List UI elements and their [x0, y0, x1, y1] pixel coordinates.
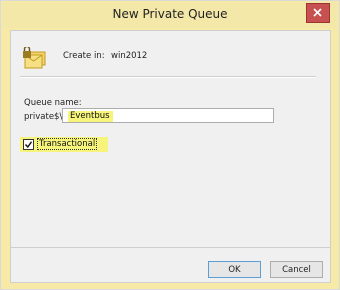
queue-prefix-label: private$\: [24, 112, 63, 122]
dialog-client-area: Create in: win2012 Queue name: private$\…: [10, 30, 331, 283]
cancel-button[interactable]: Cancel: [270, 261, 323, 278]
window-title: New Private Queue: [112, 7, 228, 21]
dialog-window: New Private Queue Create in: win2012 Que…: [0, 0, 340, 290]
queue-name-value: Eventbus: [68, 111, 113, 122]
footer-divider: [11, 247, 330, 248]
header-divider: [20, 76, 316, 78]
title-bar[interactable]: New Private Queue: [2, 2, 338, 28]
transactional-checkbox[interactable]: [23, 139, 34, 150]
create-in-label: Create in:: [63, 51, 105, 61]
transactional-label: Transactional: [37, 138, 98, 150]
transactional-option[interactable]: Transactional: [20, 137, 108, 152]
ok-button[interactable]: OK: [208, 261, 261, 278]
queue-name-input[interactable]: Eventbus: [62, 108, 274, 123]
queue-name-label: Queue name:: [24, 98, 82, 108]
create-in-value: win2012: [111, 51, 148, 61]
private-queue-icon: [22, 45, 46, 71]
checkmark-icon: [25, 141, 32, 148]
close-button[interactable]: [306, 3, 330, 23]
close-icon: [313, 8, 322, 17]
